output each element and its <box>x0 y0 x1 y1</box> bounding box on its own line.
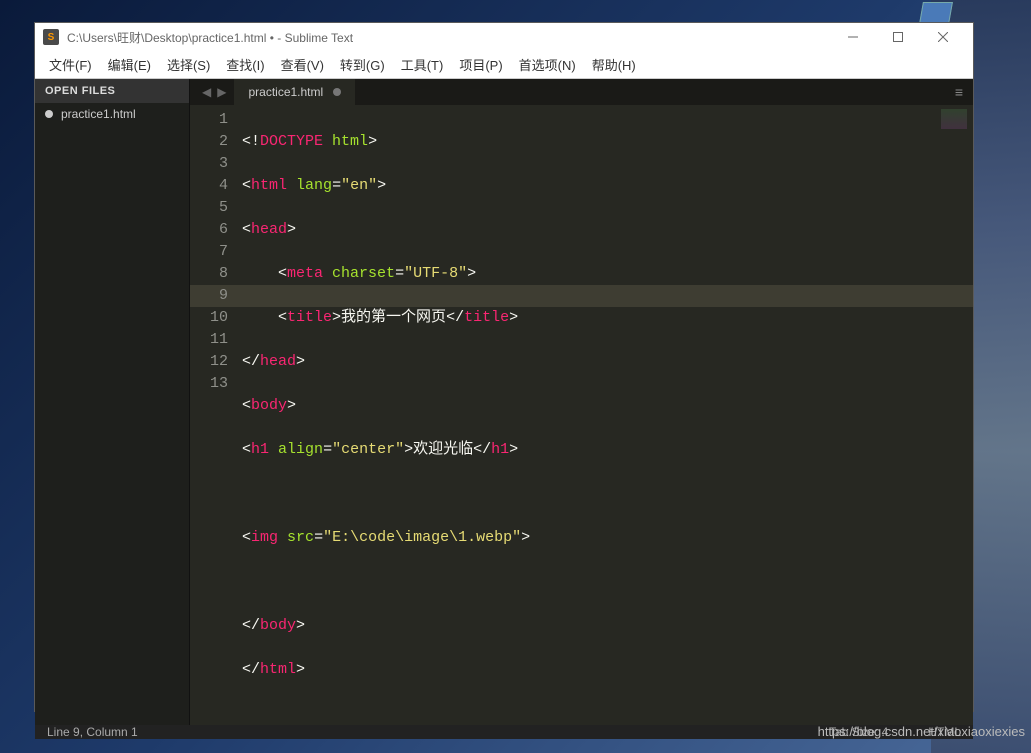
window-title: C:\Users\旺财\Desktop\practice1.html • - S… <box>67 29 830 46</box>
code-line: </html> <box>242 659 973 681</box>
sidebar: OPEN FILES practice1.html <box>35 79 190 725</box>
minimap[interactable] <box>941 109 967 129</box>
line-number: 5 <box>190 197 228 219</box>
code-line: <head> <box>242 219 973 241</box>
tab-label: practice1.html <box>248 85 323 99</box>
line-number: 3 <box>190 153 228 175</box>
titlebar[interactable]: S C:\Users\旺财\Desktop\practice1.html • -… <box>35 23 973 51</box>
code-line: </head> <box>242 351 973 373</box>
editor-area: ◀ ▶ practice1.html ≡ 1 2 3 4 5 <box>190 79 973 725</box>
line-number: 1 <box>190 109 228 131</box>
line-gutter: 1 2 3 4 5 6 7 8 9 10 11 12 13 <box>190 105 242 725</box>
code-line: <h1 align="center">欢迎光临</h1> <box>242 439 973 461</box>
code-line: <img src="E:\code\image\1.webp"> <box>242 527 973 549</box>
line-number: 6 <box>190 219 228 241</box>
menubar: 文件(F) 编辑(E) 选择(S) 查找(I) 查看(V) 转到(G) 工具(T… <box>35 51 973 79</box>
line-number: 4 <box>190 175 228 197</box>
code-line: <html lang="en"> <box>242 175 973 197</box>
code-line <box>242 571 973 593</box>
line-number: 12 <box>190 351 228 373</box>
menu-project[interactable]: 项目(P) <box>451 51 510 78</box>
nav-forward-icon[interactable]: ▶ <box>217 85 226 99</box>
sidebar-file-label: practice1.html <box>61 107 136 121</box>
code-line: <title>我的第一个网页</title> <box>242 307 973 329</box>
maximize-button[interactable] <box>875 23 920 51</box>
tab-menu-icon[interactable]: ≡ <box>945 84 973 100</box>
menu-find[interactable]: 查找(I) <box>218 51 272 78</box>
tab-practice1[interactable]: practice1.html <box>234 79 355 105</box>
menu-goto[interactable]: 转到(G) <box>332 51 393 78</box>
tab-unsaved-dot-icon <box>333 88 341 96</box>
open-files-header: OPEN FILES <box>35 79 189 103</box>
nav-back-icon[interactable]: ◀ <box>202 85 211 99</box>
tab-nav: ◀ ▶ <box>194 85 234 99</box>
code-line: <meta charset="UTF-8"> <box>242 263 973 285</box>
code-line: <body> <box>242 395 973 417</box>
sidebar-file-item[interactable]: practice1.html <box>35 103 189 125</box>
menu-help[interactable]: 帮助(H) <box>584 51 644 78</box>
menu-select[interactable]: 选择(S) <box>159 51 218 78</box>
menu-view[interactable]: 查看(V) <box>273 51 332 78</box>
window-controls <box>830 23 965 51</box>
line-number: 7 <box>190 241 228 263</box>
tabbar: ◀ ▶ practice1.html ≡ <box>190 79 973 105</box>
line-number: 13 <box>190 373 228 395</box>
code-editor[interactable]: 1 2 3 4 5 6 7 8 9 10 11 12 13 <!DOCTYPE … <box>190 105 973 725</box>
sublime-window: S C:\Users\旺财\Desktop\practice1.html • -… <box>34 22 974 712</box>
close-button[interactable] <box>920 23 965 51</box>
line-number: 2 <box>190 131 228 153</box>
cursor-position[interactable]: Line 9, Column 1 <box>47 725 829 739</box>
line-number: 8 <box>190 263 228 285</box>
app-icon: S <box>43 29 59 45</box>
line-number: 9 <box>190 285 228 307</box>
menu-tools[interactable]: 工具(T) <box>393 51 452 78</box>
minimize-button[interactable] <box>830 23 875 51</box>
line-number: 10 <box>190 307 228 329</box>
menu-edit[interactable]: 编辑(E) <box>100 51 159 78</box>
code-line <box>242 483 973 505</box>
unsaved-dot-icon <box>45 110 53 118</box>
menu-file[interactable]: 文件(F) <box>41 51 100 78</box>
code-line: </body> <box>242 615 973 637</box>
line-number: 11 <box>190 329 228 351</box>
code-line: <!DOCTYPE html> <box>242 131 973 153</box>
current-line-highlight <box>190 285 973 307</box>
main-area: OPEN FILES practice1.html ◀ ▶ practice1.… <box>35 79 973 725</box>
desktop-deco-icon <box>919 2 953 24</box>
code-body[interactable]: <!DOCTYPE html> <html lang="en"> <head> … <box>242 105 973 725</box>
menu-preferences[interactable]: 首选项(N) <box>511 51 584 78</box>
watermark-text: https://blog.csdn.net/xiaoxiaoxiexies <box>818 724 1025 739</box>
